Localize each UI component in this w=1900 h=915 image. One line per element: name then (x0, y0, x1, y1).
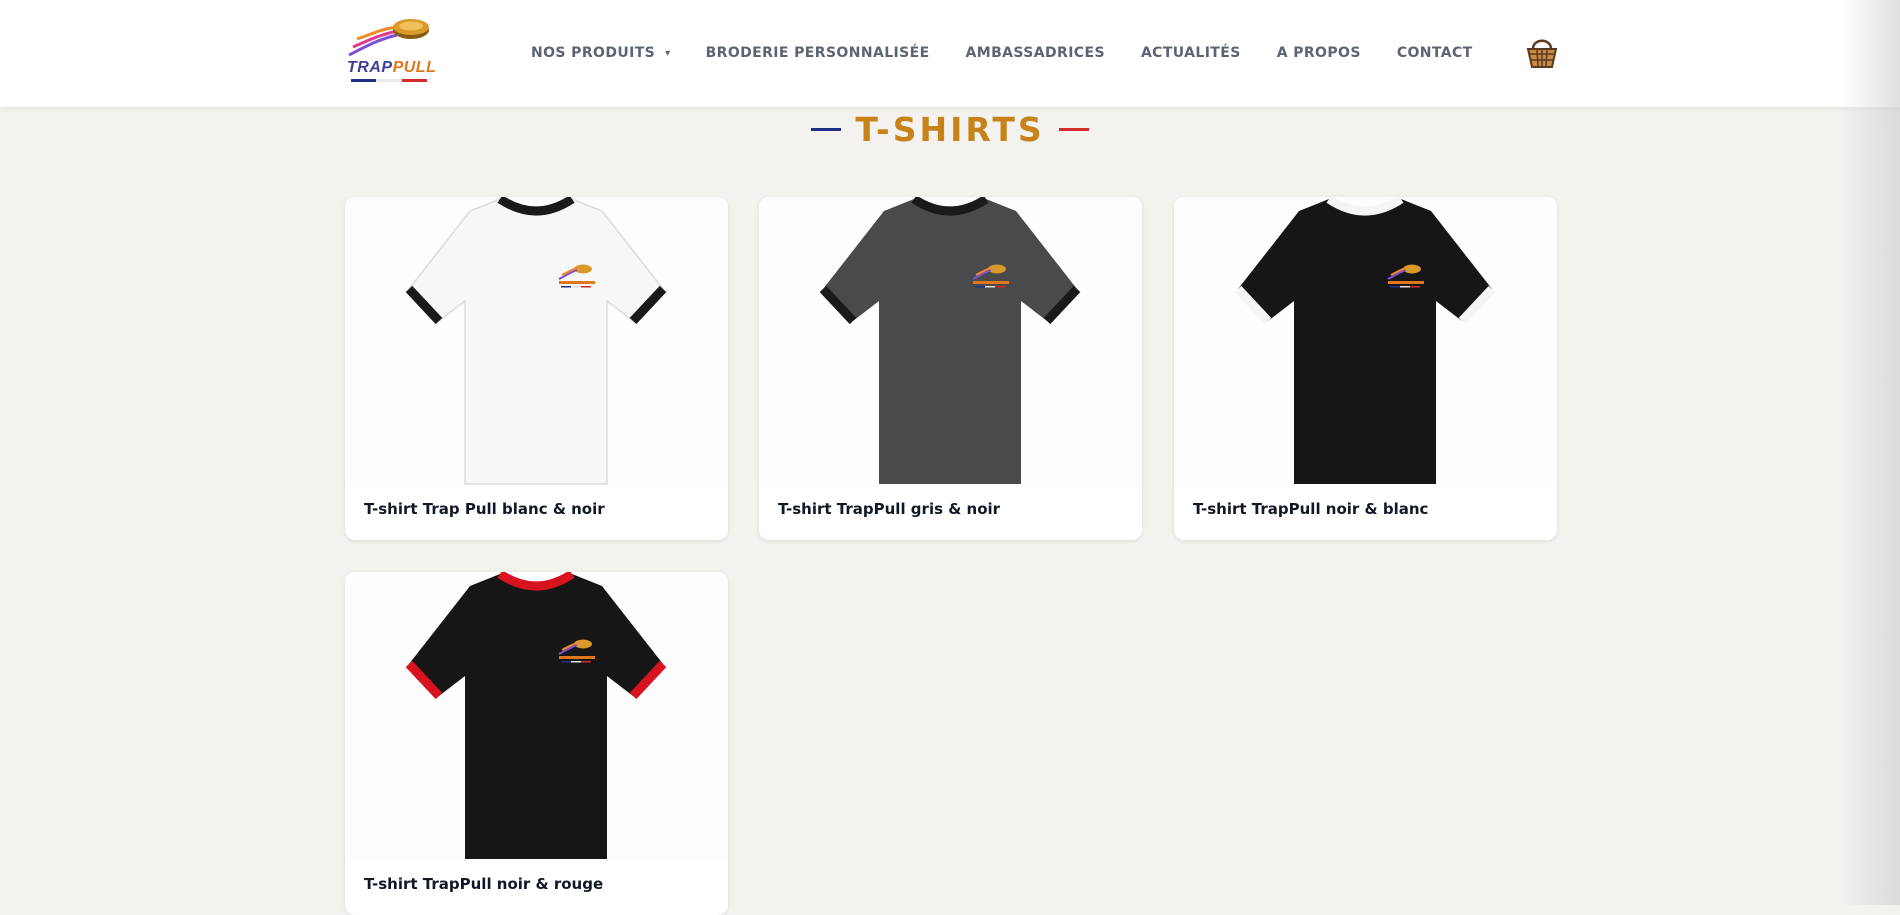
product-card[interactable]: T-shirt Trap Pull blanc & noir (345, 197, 728, 540)
nav-item-a-propos[interactable]: A PROPOS (1277, 45, 1361, 61)
nav-item-broderie[interactable]: BRODERIE PERSONNALISÉE (706, 45, 930, 61)
chevron-down-icon: ▾ (665, 47, 671, 59)
page-title: T-SHIRTS (855, 110, 1045, 149)
product-image (1174, 197, 1557, 487)
t-shirt-collar (911, 197, 989, 216)
section-heading: T-SHIRTS (0, 110, 1900, 149)
brand-logo[interactable]: TRAPPULL (345, 17, 437, 85)
product-card[interactable]: T-shirt TrapPull noir & rouge (345, 572, 728, 915)
t-shirt-body (1238, 199, 1492, 484)
product-image (759, 197, 1142, 487)
heading-dash-left (811, 128, 842, 131)
product-title: T-shirt TrapPull gris & noir (778, 500, 1001, 518)
heading-dash-right (1058, 128, 1089, 131)
product-card[interactable]: T-shirt TrapPull noir & blanc (1174, 197, 1557, 540)
product-card[interactable]: T-shirt TrapPull gris & noir (759, 197, 1142, 540)
product-title: T-shirt Trap Pull blanc & noir (364, 500, 605, 518)
t-shirt-body (408, 198, 664, 485)
t-shirt-illustration (405, 197, 667, 485)
t-shirt-body (409, 574, 663, 859)
product-image (345, 572, 728, 862)
nav-item-ambassadrices[interactable]: AMBASSADRICES (966, 45, 1105, 61)
site-header: TRAPPULL NOS PRODUITS ▾ BRODERIE PERSONN… (0, 0, 1900, 107)
nav-item-actualites[interactable]: ACTUALITÉS (1141, 45, 1241, 61)
product-title: T-shirt TrapPull noir & blanc (1193, 500, 1429, 518)
brand-flag-stripe (351, 79, 427, 82)
main-nav: NOS PRODUITS ▾ BRODERIE PERSONNALISÉE AM… (531, 43, 1473, 63)
t-shirt-illustration (819, 197, 1081, 484)
t-shirt-collar (497, 197, 575, 216)
t-shirt-illustration (405, 572, 667, 859)
puck-logo-icon (348, 19, 429, 57)
brand-wordmark: TRAPPULL (347, 59, 437, 76)
t-shirt-collar (497, 572, 575, 591)
basket-icon (1526, 39, 1558, 68)
nav-item-nos-produits[interactable]: NOS PRODUITS ▾ (531, 45, 671, 61)
product-image (345, 197, 728, 487)
t-shirt-body (823, 199, 1077, 484)
product-title: T-shirt TrapPull noir & rouge (364, 875, 604, 893)
cart-button[interactable] (1524, 34, 1560, 70)
t-shirt-illustration (1234, 197, 1496, 484)
t-shirt-collar (1326, 197, 1404, 216)
nav-item-contact[interactable]: CONTACT (1397, 45, 1473, 61)
